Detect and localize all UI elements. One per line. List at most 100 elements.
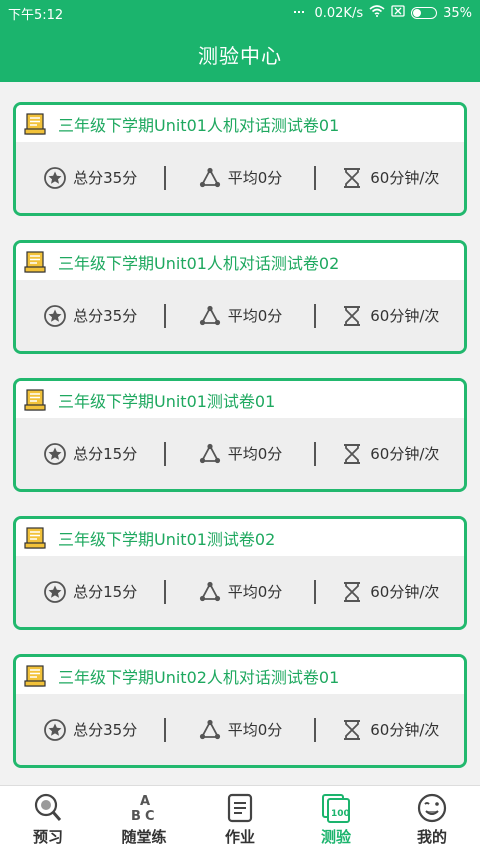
tab-quiz[interactable]: 100 测验 bbox=[288, 786, 384, 853]
svg-text:B: B bbox=[131, 809, 141, 824]
tab-homework[interactable]: 作业 bbox=[192, 786, 288, 853]
quiz-stats: 总分35分 平均0分 60分钟/次 bbox=[16, 694, 464, 765]
average-score-text: 平均0分 bbox=[227, 721, 283, 739]
tab-preview[interactable]: 预习 bbox=[0, 786, 96, 853]
average-score: 平均0分 bbox=[166, 694, 314, 765]
triangle-nodes-icon bbox=[199, 719, 220, 739]
total-score: 总分35分 bbox=[16, 142, 164, 213]
triangle-nodes-icon bbox=[199, 443, 220, 463]
exam-paper-icon bbox=[24, 250, 46, 273]
status-time: 下午5:12 bbox=[8, 7, 64, 23]
total-score: 总分35分 bbox=[16, 280, 164, 351]
quiz-card-header: 三年级下学期Unit01测试卷02 bbox=[16, 519, 464, 556]
star-icon bbox=[44, 580, 67, 603]
quiz-stats: 总分35分 平均0分 60分钟/次 bbox=[16, 142, 464, 213]
duration: 60分钟/次 bbox=[316, 556, 464, 627]
average-score-text: 平均0分 bbox=[227, 583, 283, 601]
duration-text: 60分钟/次 bbox=[370, 169, 440, 187]
quiz-card[interactable]: 三年级下学期Unit01人机对话测试卷02 总分35分 平均0分 60分钟/次 bbox=[13, 240, 467, 354]
star-icon bbox=[44, 304, 67, 327]
quiz-card-header: 三年级下学期Unit01人机对话测试卷01 bbox=[16, 105, 464, 142]
quiz-card-header: 三年级下学期Unit01测试卷01 bbox=[16, 381, 464, 418]
quiz-stats: 总分15分 平均0分 60分钟/次 bbox=[16, 556, 464, 627]
quiz-title: 三年级下学期Unit01人机对话测试卷02 bbox=[58, 253, 340, 273]
battery-icon bbox=[411, 7, 438, 19]
exam-paper-icon bbox=[24, 664, 46, 687]
total-score-text: 总分15分 bbox=[73, 583, 138, 601]
triangle-nodes-icon bbox=[199, 581, 220, 601]
average-score: 平均0分 bbox=[166, 556, 314, 627]
quiz-title: 三年级下学期Unit01人机对话测试卷01 bbox=[58, 115, 340, 135]
star-icon bbox=[44, 718, 67, 741]
wifi-icon bbox=[369, 5, 385, 21]
tab-label: 随堂练 bbox=[121, 828, 167, 846]
exam-paper-icon bbox=[24, 526, 46, 549]
total-score: 总分15分 bbox=[16, 418, 164, 489]
svg-text:A: A bbox=[140, 794, 150, 809]
star-icon bbox=[44, 442, 67, 465]
bottom-tab-bar: 预习 A B C 随堂练 作业 100 测验 我的 bbox=[0, 785, 480, 853]
total-score-text: 总分35分 bbox=[73, 721, 138, 739]
triangle-nodes-icon bbox=[199, 167, 220, 187]
exam-paper-icon bbox=[24, 112, 46, 135]
duration-text: 60分钟/次 bbox=[370, 721, 440, 739]
quiz-card[interactable]: 三年级下学期Unit01测试卷01 总分15分 平均0分 60分钟/次 bbox=[13, 378, 467, 492]
hourglass-icon bbox=[344, 443, 361, 464]
star-icon bbox=[44, 166, 67, 189]
signal-icon bbox=[294, 5, 308, 21]
quiz-title: 三年级下学期Unit02人机对话测试卷01 bbox=[58, 667, 340, 687]
network-speed: 0.02K/s bbox=[314, 5, 364, 21]
tab-label: 作业 bbox=[224, 828, 255, 846]
tab-label: 测验 bbox=[320, 828, 351, 846]
status-bar: 下午5:12 0.02K/s 35% bbox=[0, 0, 480, 26]
hourglass-icon bbox=[344, 167, 361, 188]
average-score: 平均0分 bbox=[166, 418, 314, 489]
duration-text: 60分钟/次 bbox=[370, 307, 440, 325]
test-100-icon: 100 bbox=[322, 794, 350, 823]
quiz-stats: 总分15分 平均0分 60分钟/次 bbox=[16, 418, 464, 489]
app-header: 测验中心 bbox=[0, 26, 480, 82]
battery-percent: 35% bbox=[443, 5, 472, 21]
hourglass-icon bbox=[344, 581, 361, 602]
quiz-card[interactable]: 三年级下学期Unit01测试卷02 总分15分 平均0分 60分钟/次 bbox=[13, 516, 467, 630]
quiz-card-header: 三年级下学期Unit02人机对话测试卷01 bbox=[16, 657, 464, 694]
average-score-text: 平均0分 bbox=[227, 445, 283, 463]
svg-text:100: 100 bbox=[331, 809, 350, 819]
tab-label: 我的 bbox=[416, 828, 447, 846]
total-score-text: 总分35分 bbox=[73, 307, 138, 325]
hourglass-icon bbox=[344, 305, 361, 326]
smiley-icon bbox=[417, 793, 447, 823]
abc-icon: A B C bbox=[131, 794, 155, 824]
tab-classroom-practice[interactable]: A B C 随堂练 bbox=[96, 786, 192, 853]
quiz-title: 三年级下学期Unit01测试卷01 bbox=[58, 391, 276, 411]
quiz-card-header: 三年级下学期Unit01人机对话测试卷02 bbox=[16, 243, 464, 280]
total-score-text: 总分35分 bbox=[73, 169, 138, 187]
tab-mine[interactable]: 我的 bbox=[384, 786, 480, 853]
duration: 60分钟/次 bbox=[316, 418, 464, 489]
hourglass-icon bbox=[344, 719, 361, 740]
average-score-text: 平均0分 bbox=[227, 307, 283, 325]
total-score-text: 总分15分 bbox=[73, 445, 138, 463]
quiz-card[interactable]: 三年级下学期Unit02人机对话测试卷01 总分35分 平均0分 60分钟/次 bbox=[13, 654, 467, 768]
total-score: 总分15分 bbox=[16, 556, 164, 627]
tab-label: 预习 bbox=[32, 828, 63, 846]
duration-text: 60分钟/次 bbox=[370, 445, 440, 463]
average-score-text: 平均0分 bbox=[227, 169, 283, 187]
average-score: 平均0分 bbox=[166, 142, 314, 213]
svg-text:C: C bbox=[145, 809, 155, 824]
sim-off-icon bbox=[391, 5, 405, 21]
duration: 60分钟/次 bbox=[316, 694, 464, 765]
duration-text: 60分钟/次 bbox=[370, 583, 440, 601]
duration: 60分钟/次 bbox=[316, 142, 464, 213]
average-score: 平均0分 bbox=[166, 280, 314, 351]
triangle-nodes-icon bbox=[199, 305, 220, 325]
quiz-title: 三年级下学期Unit01测试卷02 bbox=[58, 529, 276, 549]
quiz-list[interactable]: 三年级下学期Unit01人机对话测试卷01 总分35分 平均0分 60分钟/次 … bbox=[0, 82, 480, 785]
document-icon bbox=[227, 793, 253, 823]
duration: 60分钟/次 bbox=[316, 280, 464, 351]
total-score: 总分35分 bbox=[16, 694, 164, 765]
quiz-card[interactable]: 三年级下学期Unit01人机对话测试卷01 总分35分 平均0分 60分钟/次 bbox=[13, 102, 467, 216]
exam-paper-icon bbox=[24, 388, 46, 411]
page-title: 测验中心 bbox=[198, 43, 282, 68]
quiz-stats: 总分35分 平均0分 60分钟/次 bbox=[16, 280, 464, 351]
